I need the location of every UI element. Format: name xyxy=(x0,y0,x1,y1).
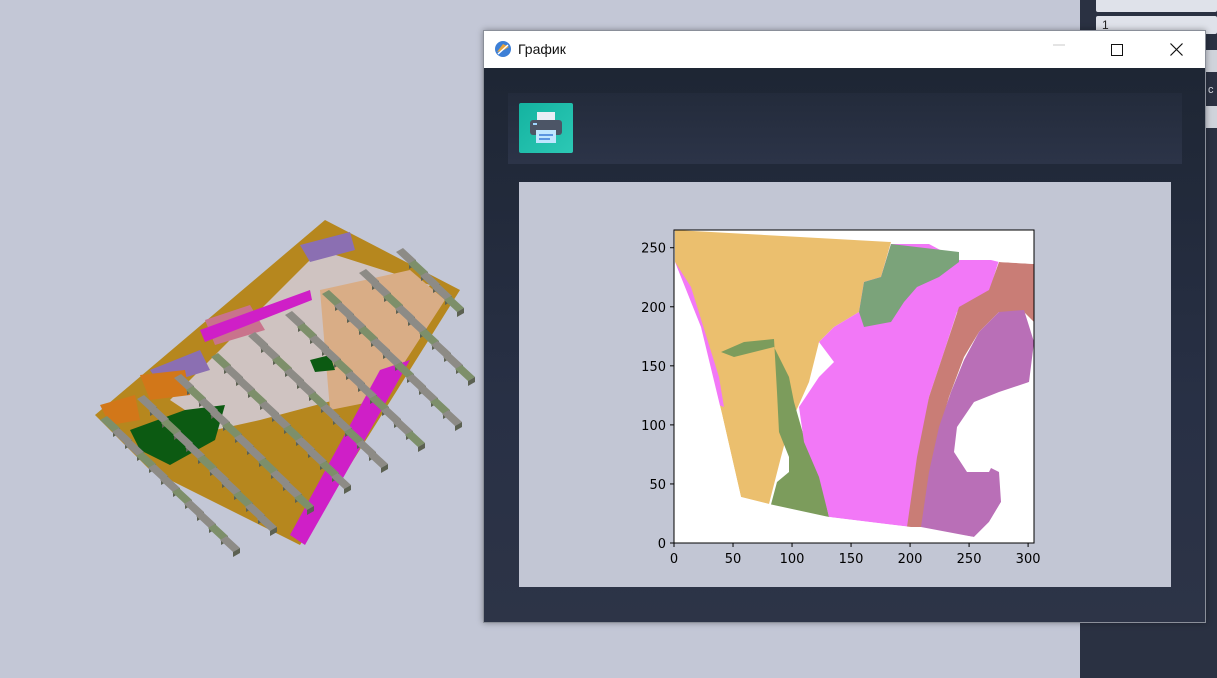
close-icon xyxy=(1169,43,1183,56)
maximize-icon xyxy=(1111,43,1123,56)
print-button[interactable] xyxy=(519,103,573,153)
x-tick-label: 50 xyxy=(725,552,742,567)
minimize-button[interactable] xyxy=(1030,31,1088,68)
3d-model-view[interactable] xyxy=(0,0,480,678)
pillar xyxy=(455,365,475,381)
y-tick-label: 100 xyxy=(641,419,666,434)
maximize-button[interactable] xyxy=(1088,31,1146,68)
x-tick-label: 0 xyxy=(670,552,678,567)
app-logo-icon xyxy=(495,41,511,57)
side-minibox-1[interactable] xyxy=(1206,50,1217,72)
close-button[interactable] xyxy=(1147,31,1205,68)
y-tick-label: 150 xyxy=(641,360,666,375)
side-minibox-2[interactable] xyxy=(1206,106,1217,128)
title-bar[interactable]: График xyxy=(484,31,1205,68)
pillar xyxy=(368,452,388,468)
y-tick-label: 0 xyxy=(658,537,666,552)
y-axis: 0 50 100 150 200 250 xyxy=(641,242,674,552)
side-partial-label: с xyxy=(1208,84,1214,96)
y-tick-label: 200 xyxy=(641,301,666,316)
desktop: 1 с График 0 50 100 150 200 250 300 0 50… xyxy=(0,0,1217,678)
pillar xyxy=(405,431,425,447)
pillar xyxy=(220,536,240,552)
x-tick-label: 250 xyxy=(957,552,982,567)
toolbar xyxy=(508,93,1182,164)
x-tick-label: 150 xyxy=(839,552,864,567)
section-plot[interactable]: 0 50 100 150 200 250 300 0 50 100 150 200 250 xyxy=(519,182,1171,587)
x-tick-label: 100 xyxy=(780,552,805,567)
plot-panel: 0 50 100 150 200 250 300 0 50 100 150 200 250 xyxy=(519,182,1171,587)
y-tick-label: 50 xyxy=(649,478,666,493)
printer-icon xyxy=(530,112,562,143)
x-tick-label: 300 xyxy=(1016,552,1041,567)
chart-window: График 0 50 100 150 200 250 300 0 50 100… xyxy=(483,30,1206,623)
pillar xyxy=(442,410,462,426)
plot-regions xyxy=(674,230,1034,543)
x-tick-label: 200 xyxy=(898,552,923,567)
x-axis: 0 50 100 150 200 250 300 xyxy=(670,543,1041,567)
side-field-1[interactable] xyxy=(1096,0,1217,12)
minimize-icon xyxy=(1053,44,1065,45)
window-content: 0 50 100 150 200 250 300 0 50 100 150 200 250 xyxy=(484,68,1205,622)
window-title: График xyxy=(518,41,566,57)
y-tick-label: 250 xyxy=(641,242,666,257)
